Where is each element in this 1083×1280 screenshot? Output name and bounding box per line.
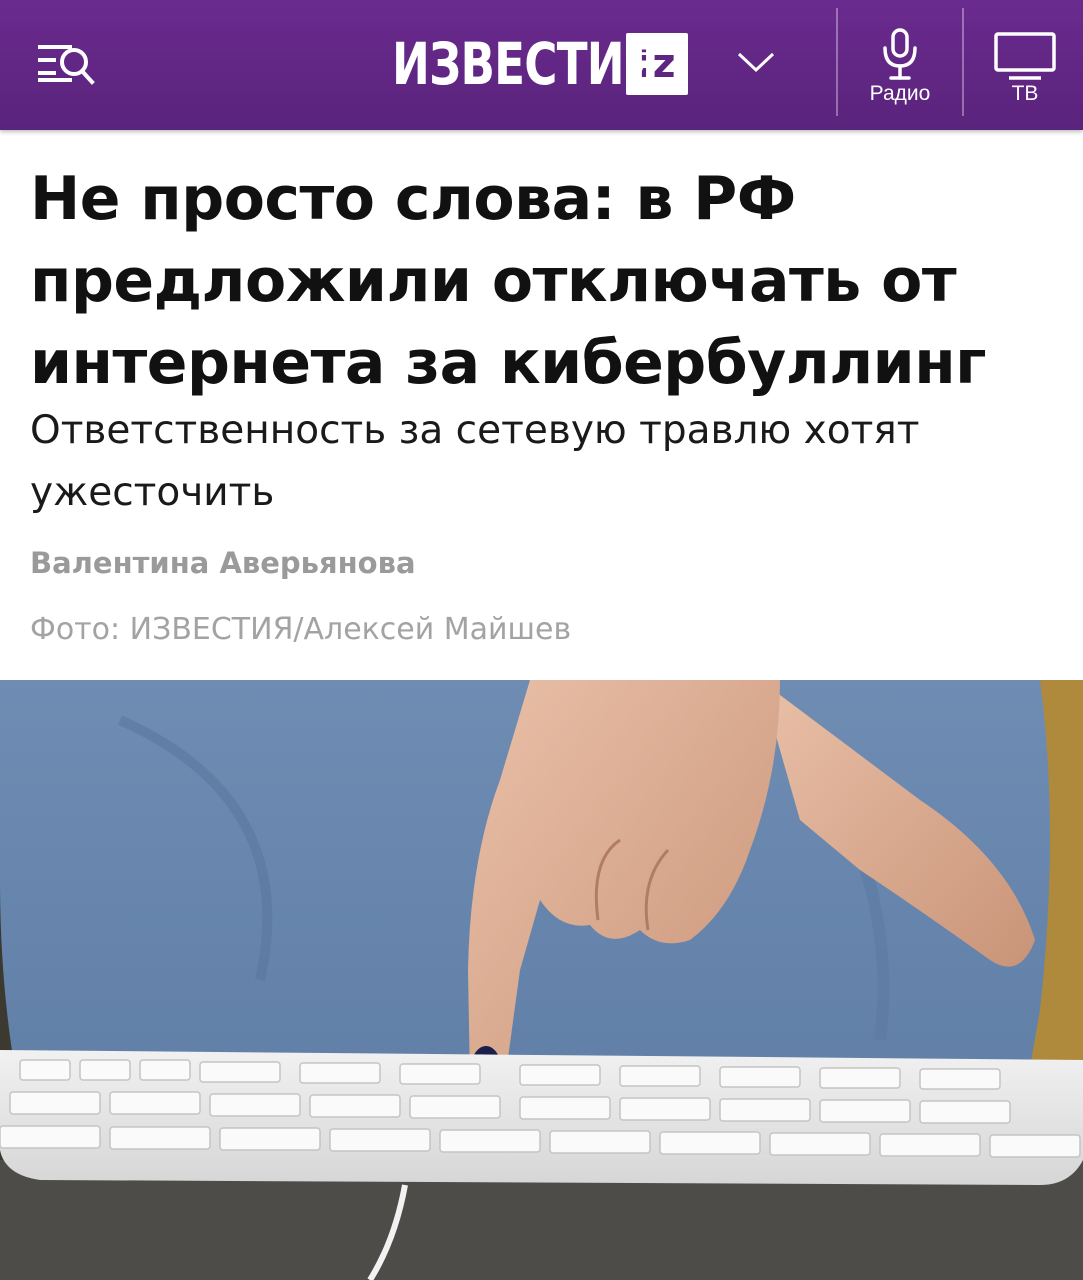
photo-hand-on-keyboard [0, 680, 1083, 1280]
radio-label: Радио [869, 82, 931, 105]
photo-credit: Фото: ИЗВЕСТИЯ/Алексей Майшев [30, 612, 572, 647]
tv-icon [994, 32, 1056, 80]
menu-search-icon [38, 45, 95, 85]
microphone-icon [883, 28, 917, 80]
tv-label: ТВ [1011, 82, 1039, 105]
article-author[interactable]: Валентина Аверьянова [30, 546, 416, 580]
header-divider [836, 8, 838, 116]
top-bar: ИЗВЕСТИЯ iz Радио ТВ [0, 0, 1083, 130]
header-divider [962, 8, 964, 116]
tv-button[interactable]: ТВ [982, 26, 1068, 110]
sections-dropdown-button[interactable] [736, 46, 776, 76]
logo-wordmark: ИЗВЕСТИЯ [392, 30, 659, 98]
menu-search-button[interactable] [34, 40, 104, 88]
radio-button[interactable]: Радио [856, 26, 944, 110]
chevron-down-icon [737, 52, 775, 73]
article-photo [0, 680, 1083, 1280]
article-title: Не просто слова: в РФ предложили отключа… [30, 164, 987, 398]
izvestia-logo[interactable]: ИЗВЕСТИЯ iz [392, 24, 688, 104]
article-subtitle: Ответственность за сетевую травлю хотят … [30, 408, 920, 515]
